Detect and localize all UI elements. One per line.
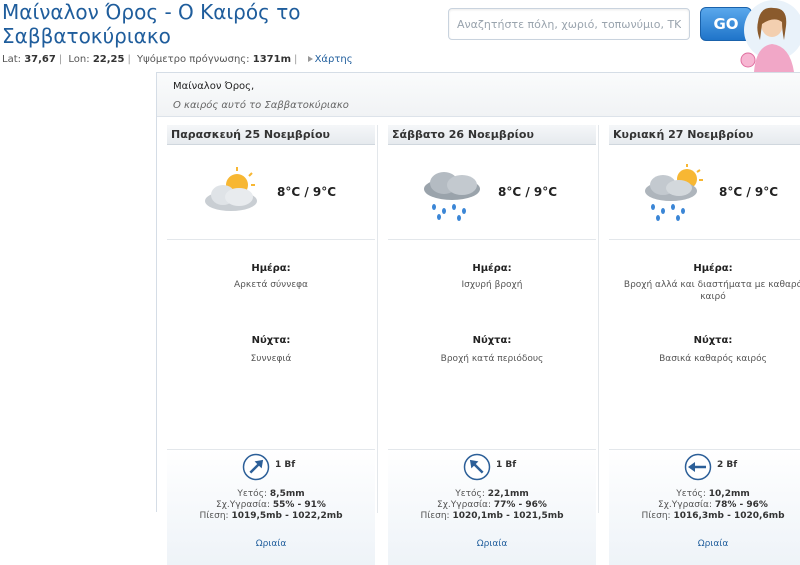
wind-force: 1 Bf <box>275 460 296 470</box>
night-description: Βροχή κατά περιόδους <box>440 354 544 364</box>
day-stats: Υετός: 22,1mm Σχ.Υγρασία: 77% - 96% Πίεσ… <box>420 489 564 521</box>
forecast-panel: Μαίναλον Όρος, Ο καιρός αυτό το Σαββατοκ… <box>156 72 800 565</box>
heavy-rain-cloud-icon <box>418 163 490 223</box>
search-box[interactable] <box>448 8 690 40</box>
day-description: Βροχή αλλά και διαστήματα με καθαρό καιρ… <box>623 280 800 302</box>
night-description: Συννεφιά <box>250 354 292 364</box>
panel-subtitle: Ο καιρός αυτό το Σαββατοκύριακο <box>173 100 349 111</box>
wind-direction-icon <box>242 453 270 481</box>
rain-value: 10,2mm <box>708 489 750 499</box>
day-date: Σάββατο 26 Νοεμβρίου <box>388 125 596 145</box>
humidity-value: 78% - 96% <box>714 500 768 510</box>
night-label: Νύχτα: <box>472 335 512 346</box>
day-stats: Υετός: 10,2mm Σχ.Υγρασία: 78% - 96% Πίεσ… <box>641 489 785 521</box>
humidity-value: 55% - 91% <box>272 500 326 510</box>
altitude-value: 1371m <box>252 54 292 65</box>
search-input[interactable] <box>449 9 689 39</box>
map-link[interactable]: Χάρτης <box>315 54 353 65</box>
mascot-image <box>738 0 800 72</box>
day-column: Παρασκευή 25 Νοεμβρίου 8°C / 9°C Ημέρα: … <box>157 125 377 565</box>
lon-label: Lon: <box>68 54 90 65</box>
night-label: Νύχτα: <box>251 335 291 346</box>
wind-direction-icon <box>684 453 712 481</box>
day-label: Ημέρα: <box>251 263 291 274</box>
day-temperature: 8°C / 9°C <box>719 185 779 199</box>
panel-header: Μαίναλον Όρος, Ο καιρός αυτό το Σαββατοκ… <box>157 73 800 117</box>
header: Μαίναλον Όρος - Ο Καιρός το Σαββατοκύρια… <box>0 0 800 72</box>
day-column: Κυριακή 27 Νοεμβρίου 8°C / 9°C Ημέρα: Βρ… <box>599 125 800 565</box>
pressure-value: 1020,1mb - 1021,5mb <box>452 511 564 521</box>
page-title: Μαίναλον Όρος - Ο Καιρός το Σαββατοκύρια… <box>2 0 301 48</box>
lat-value: 37,67 <box>24 54 56 65</box>
day-date: Παρασκευή 25 Νοεμβρίου <box>167 125 375 145</box>
triangle-right-icon <box>307 56 313 62</box>
rain-sun-cloud-icon <box>639 163 711 223</box>
hourly-link[interactable]: Ωριαία <box>609 539 800 549</box>
day-stats: Υετός: 8,5mm Σχ.Υγρασία: 55% - 91% Πίεση… <box>199 489 343 521</box>
pressure-value: 1019,5mb - 1022,2mb <box>231 511 343 521</box>
day-label: Ημέρα: <box>693 263 733 274</box>
lat-label: Lat: <box>2 54 21 65</box>
day-column: Σάββατο 26 Νοεμβρίου 8°C / 9°C Ημέρα: Ισ… <box>378 125 598 565</box>
day-description: Αρκετά σύννεφα <box>234 280 308 290</box>
humidity-value: 77% - 96% <box>493 500 547 510</box>
place-name: Μαίναλον Όρος, <box>173 81 255 92</box>
hourly-link[interactable]: Ωριαία <box>388 539 596 549</box>
rain-value: 8,5mm <box>269 489 305 499</box>
night-label: Νύχτα: <box>693 335 733 346</box>
wind-force: 1 Bf <box>496 460 517 470</box>
day-temperature: 8°C / 9°C <box>277 185 337 199</box>
day-description: Ισχυρή βροχή <box>461 280 523 290</box>
pressure-value: 1016,3mb - 1020,6mb <box>673 511 785 521</box>
wind-force: 2 Bf <box>717 460 738 470</box>
partly-cloudy-sun-icon <box>197 163 269 223</box>
night-description: Βασικά καθαρός καιρός <box>659 354 767 364</box>
wind-direction-icon <box>463 453 491 481</box>
day-date: Κυριακή 27 Νοεμβρίου <box>609 125 800 145</box>
day-temperature: 8°C / 9°C <box>498 185 558 199</box>
hourly-link[interactable]: Ωριαία <box>167 539 375 549</box>
day-label: Ημέρα: <box>472 263 512 274</box>
location-infobar: Lat: 37,67 | Lon: 22,25 | Υψόμετρο πρόγνωσ… <box>2 54 353 65</box>
altitude-label: Υψόμετρο πρόγνωσης: <box>137 54 250 65</box>
rain-value: 22,1mm <box>487 489 529 499</box>
lon-value: 22,25 <box>92 54 125 65</box>
